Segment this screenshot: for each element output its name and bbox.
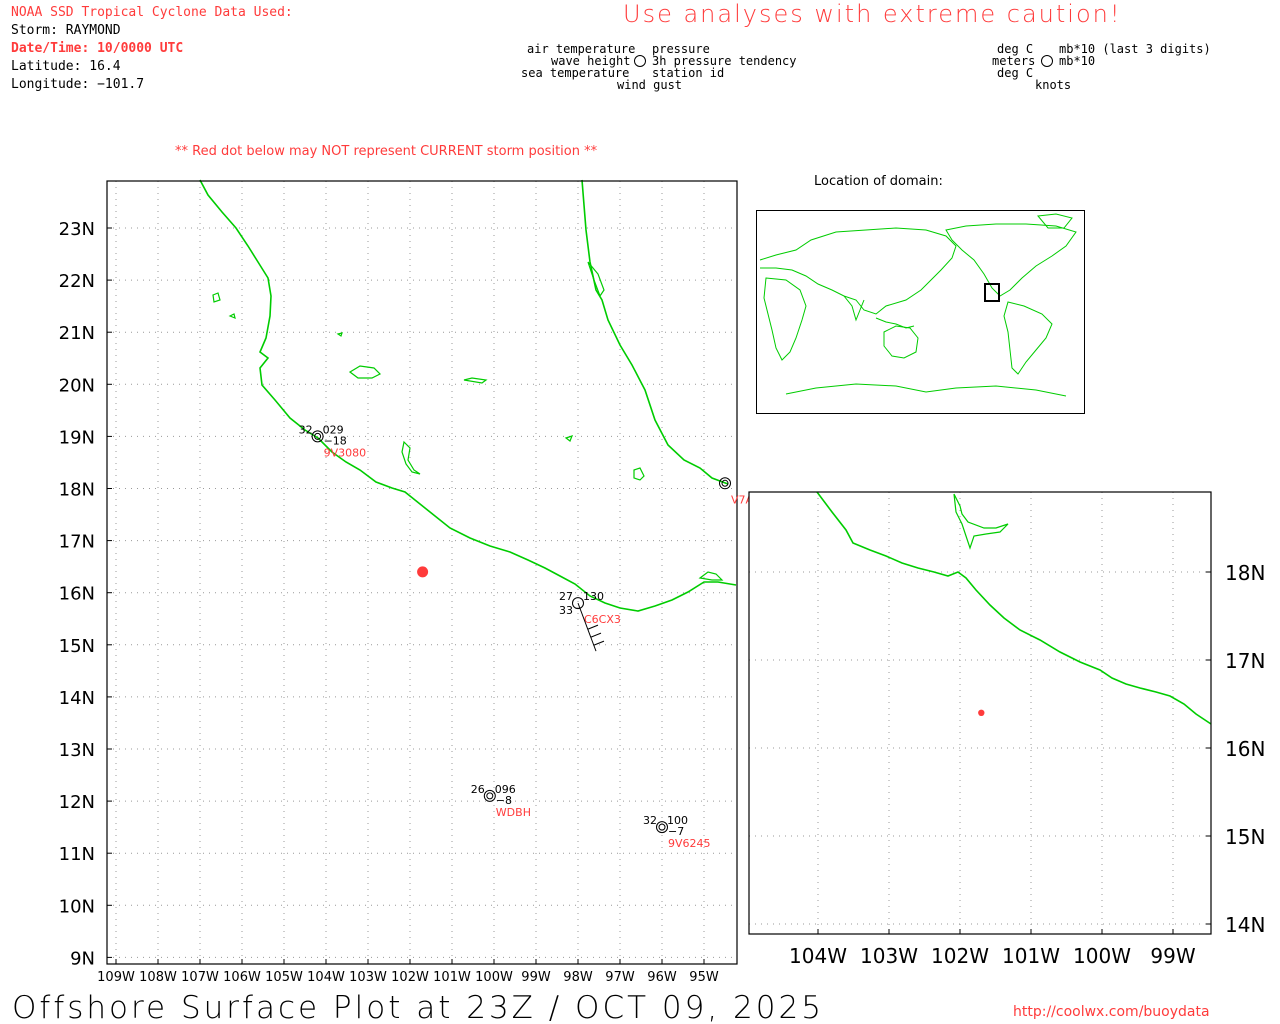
page: { "header": { "source": "NOAA SSD Tropic… <box>0 0 1280 1024</box>
zoom-lon-label: 102W <box>931 944 989 968</box>
zoom-lat-label: 16N <box>1225 737 1265 761</box>
zoom-storm-position-marker[interactable] <box>978 709 985 716</box>
plot-title: Offshore Surface Plot at 23Z / OCT 09, 2… <box>12 990 824 1024</box>
zoom-lon-label: 100W <box>1073 944 1131 968</box>
zoom-lon-label: 104W <box>789 944 847 968</box>
zoom-lat-label: 14N <box>1225 913 1265 937</box>
zoom-lat-label: 18N <box>1225 561 1265 585</box>
source-url-link[interactable]: http://coolwx.com/buoydata <box>1013 1004 1210 1020</box>
zoom-lon-label: 101W <box>1002 944 1060 968</box>
zoom-lat-label: 15N <box>1225 825 1265 849</box>
zoom-lon-labels: 104W 103W 102W 101W 100W 99W <box>789 944 1196 968</box>
zoom-lat-label: 17N <box>1225 649 1265 673</box>
zoom-lat-labels: 18N 17N 16N 15N 14N <box>1225 561 1265 937</box>
zoom-lon-label: 103W <box>860 944 918 968</box>
zoom-map: 18N 17N 16N 15N 14N 104W 103W 102W 101W 100W 99W <box>748 491 1265 968</box>
zoom-lon-label: 99W <box>1150 944 1195 968</box>
